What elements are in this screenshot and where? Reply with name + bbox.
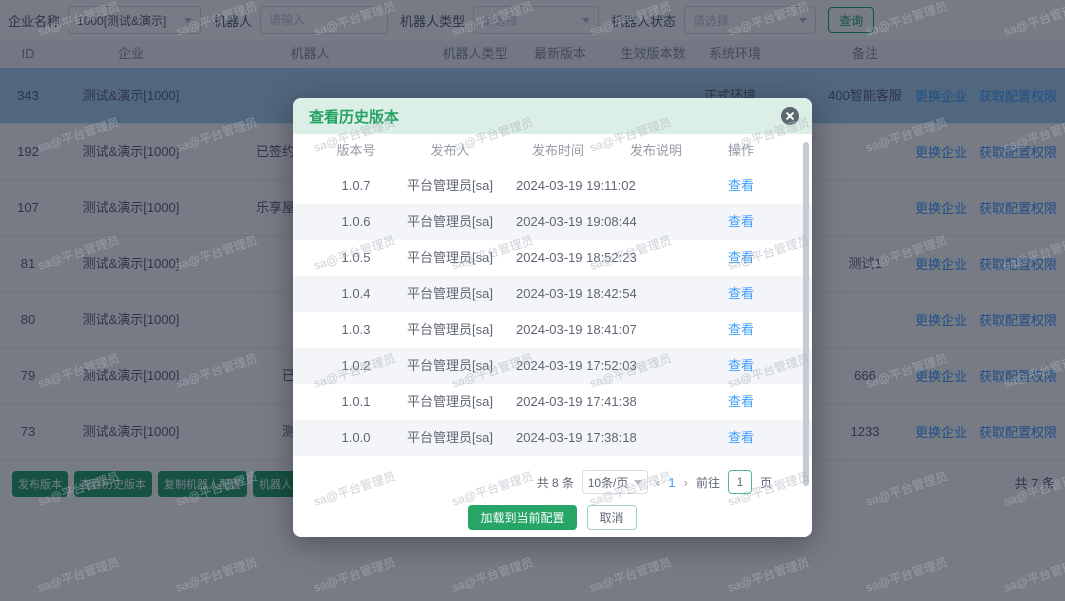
cell-version: 1.0.3 <box>341 322 371 337</box>
view-link[interactable]: 查看 <box>728 178 754 193</box>
modal-title: 查看历史版本 <box>309 108 400 126</box>
cell-publish-note <box>623 312 689 348</box>
pagination-total: 共 8 条 <box>536 475 575 490</box>
cell-operation: 查看 <box>698 240 784 276</box>
cell-operation: 查看 <box>698 420 784 456</box>
view-link[interactable]: 查看 <box>728 286 754 301</box>
goto-page-suffix: 页 <box>759 475 772 490</box>
prev-page-icon[interactable]: ‹ <box>656 475 660 490</box>
view-link[interactable]: 查看 <box>728 214 754 229</box>
cancel-button[interactable]: 取消 <box>586 505 637 530</box>
header-publish-time: 发布时间 <box>531 143 584 158</box>
view-link[interactable]: 查看 <box>728 430 754 445</box>
cell-publish-note <box>623 276 689 312</box>
header-publish-note: 发布说明 <box>629 143 682 158</box>
cell-publisher: 平台管理员[sa] <box>407 394 493 409</box>
cell-operation: 查看 <box>698 312 784 348</box>
view-link[interactable]: 查看 <box>728 250 754 265</box>
close-icon[interactable] <box>781 107 799 125</box>
view-link[interactable]: 查看 <box>728 322 754 337</box>
cell-publish-note <box>623 348 689 384</box>
page-number[interactable]: 1 <box>668 475 675 490</box>
pagination: 共 8 条 10条/页 ‹ 1 › 前往 页 <box>537 470 772 494</box>
cell-publisher: 平台管理员[sa] <box>407 322 493 337</box>
version-row: 1.0.4 平台管理员[sa] 2024-03-19 18:42:54 查看 <box>293 276 812 312</box>
goto-page-input[interactable] <box>727 470 752 494</box>
view-link[interactable]: 查看 <box>728 358 754 373</box>
cell-operation: 查看 <box>698 204 784 240</box>
cell-version: 1.0.1 <box>341 394 371 409</box>
cell-operation: 查看 <box>698 384 784 420</box>
cell-version: 1.0.5 <box>341 250 371 265</box>
cell-publisher: 平台管理员[sa] <box>407 214 493 229</box>
version-row: 1.0.2 平台管理员[sa] 2024-03-19 17:52:03 查看 <box>293 348 812 384</box>
view-link[interactable]: 查看 <box>728 394 754 409</box>
cell-version: 1.0.0 <box>341 430 371 445</box>
cell-version: 1.0.7 <box>341 178 371 193</box>
cell-operation: 查看 <box>698 348 784 384</box>
chevron-down-icon <box>634 479 643 485</box>
cell-version: 1.0.4 <box>341 286 371 301</box>
cell-version: 1.0.2 <box>341 358 371 373</box>
cell-publisher: 平台管理员[sa] <box>407 178 493 193</box>
header-operation: 操作 <box>727 143 754 158</box>
page-size-select[interactable]: 10条/页 <box>582 470 649 494</box>
cell-publish-note <box>623 168 689 204</box>
cell-publish-note <box>623 240 689 276</box>
cell-publisher: 平台管理员[sa] <box>407 286 493 301</box>
load-to-current-config-button[interactable]: 加载到当前配置 <box>468 505 577 530</box>
version-row: 1.0.3 平台管理员[sa] 2024-03-19 18:41:07 查看 <box>293 312 812 348</box>
page-size-value: 10条/页 <box>587 475 629 490</box>
version-row: 1.0.0 平台管理员[sa] 2024-03-19 17:38:18 查看 <box>293 420 812 456</box>
version-row: 1.0.1 平台管理员[sa] 2024-03-19 17:41:38 查看 <box>293 384 812 420</box>
modal-scrollbar[interactable] <box>803 142 809 486</box>
modal-header: 查看历史版本 <box>293 98 812 134</box>
cell-publisher: 平台管理员[sa] <box>407 250 493 265</box>
app-root: 企业名称 1000[测试&演示] 机器人 机器人类型 请选择 机器人状态 请选择… <box>0 0 1065 601</box>
header-version: 版本号 <box>336 143 376 158</box>
version-table-header: 版本号 发布人 发布时间 发布说明 操作 <box>293 134 812 168</box>
cell-operation: 查看 <box>698 168 784 204</box>
cell-publisher: 平台管理员[sa] <box>407 358 493 373</box>
modal-actions: 加载到当前配置 取消 <box>293 505 812 530</box>
cell-version: 1.0.6 <box>341 214 371 229</box>
version-table-rows: 1.0.7 平台管理员[sa] 2024-03-19 19:11:02 查看 1… <box>293 168 812 456</box>
version-row: 1.0.5 平台管理员[sa] 2024-03-19 18:52:23 查看 <box>293 240 812 276</box>
cell-publisher: 平台管理员[sa] <box>407 430 493 445</box>
cell-publish-note <box>623 384 689 420</box>
cell-publish-note <box>623 204 689 240</box>
history-version-modal: 查看历史版本 版本号 发布人 发布时间 发布说明 操作 1.0.7 平台管理员[… <box>293 98 812 537</box>
next-page-icon[interactable]: › <box>684 475 688 490</box>
header-publisher: 发布人 <box>430 143 470 158</box>
goto-label: 前往 <box>695 475 720 490</box>
version-row: 1.0.7 平台管理员[sa] 2024-03-19 19:11:02 查看 <box>293 168 812 204</box>
version-row: 1.0.6 平台管理员[sa] 2024-03-19 19:08:44 查看 <box>293 204 812 240</box>
cell-publish-note <box>623 420 689 456</box>
cell-operation: 查看 <box>698 276 784 312</box>
